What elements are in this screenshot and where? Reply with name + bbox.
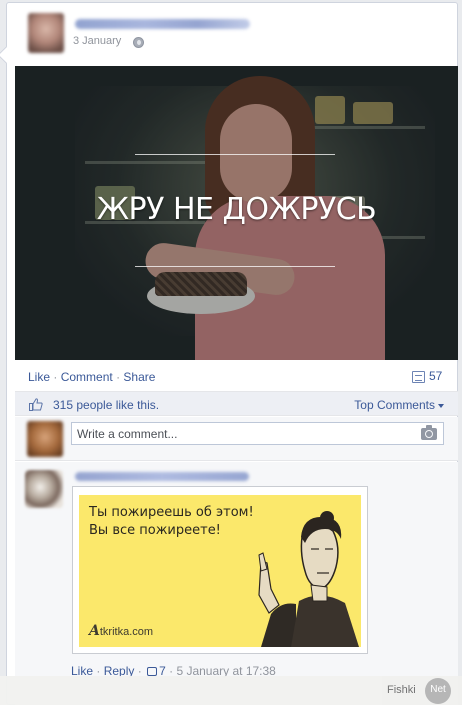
- likes-summary[interactable]: 315 people like this.: [53, 398, 159, 412]
- comments-count[interactable]: 57: [412, 369, 442, 383]
- like-link[interactable]: Like: [28, 370, 50, 384]
- commenter-name-blurred[interactable]: [75, 472, 249, 481]
- share-link[interactable]: Share: [123, 370, 155, 384]
- chevron-down-icon[interactable]: [438, 403, 444, 408]
- ecard-brand-initial: A: [89, 623, 100, 639]
- ecard-text: Ты пожиреешь об этом! Вы все пожиреете!: [89, 505, 254, 538]
- caption-rule-bottom: [135, 266, 335, 267]
- comments-count-value[interactable]: 57: [429, 369, 442, 383]
- camera-icon[interactable]: [421, 425, 437, 440]
- author-name-blurred[interactable]: [75, 19, 250, 29]
- thumbs-up-icon: [29, 398, 43, 411]
- top-comments-dropdown[interactable]: Top Comments: [354, 398, 444, 412]
- separator: ·: [116, 370, 121, 384]
- comment-image[interactable]: Ты пожиреешь об этом! Вы все пожиреете! …: [72, 486, 368, 654]
- page: 3 January ЖРУ НЕ ДОЖРУСЬ Like · Comment …: [0, 0, 462, 705]
- watermark-text: Fishki: [387, 684, 416, 696]
- ecard: Ты пожиреешь об этом! Вы все пожиреете! …: [79, 495, 361, 647]
- viewer-avatar[interactable]: [27, 421, 63, 457]
- author-avatar[interactable]: [28, 13, 64, 53]
- watermark-bar: Fishki Net: [0, 676, 462, 705]
- thumbs-up-icon[interactable]: [147, 667, 158, 676]
- watermark-badge-text: Net: [430, 684, 446, 695]
- globe-icon[interactable]: [133, 37, 144, 48]
- card-pointer: [0, 46, 15, 64]
- ecard-woman-illustration: [258, 511, 359, 647]
- caption-rule-top: [135, 154, 335, 155]
- separator: ·: [53, 370, 58, 384]
- post-date[interactable]: 3 January: [73, 35, 121, 47]
- post-photo[interactable]: ЖРУ НЕ ДОЖРУСЬ: [15, 66, 458, 360]
- watermark-badge: Net: [425, 678, 451, 704]
- ecard-brand: Atkritka.com: [89, 623, 153, 639]
- comment-link[interactable]: Comment: [61, 370, 113, 384]
- commenter-avatar[interactable]: [25, 470, 63, 508]
- ecard-brand-rest: tkritka.com: [99, 626, 154, 638]
- likes-row: 315 people like this. Top Comments: [15, 391, 458, 416]
- comment-input[interactable]: [71, 422, 444, 445]
- photo-caption: ЖРУ НЕ ДОЖРУСЬ: [96, 192, 377, 227]
- comment-composer: [15, 417, 458, 461]
- post-actions: Like · Comment · Share: [28, 370, 155, 384]
- comment-item: Ты пожиреешь об этом! Вы все пожиреете! …: [15, 462, 458, 705]
- top-comments-label[interactable]: Top Comments: [354, 398, 435, 412]
